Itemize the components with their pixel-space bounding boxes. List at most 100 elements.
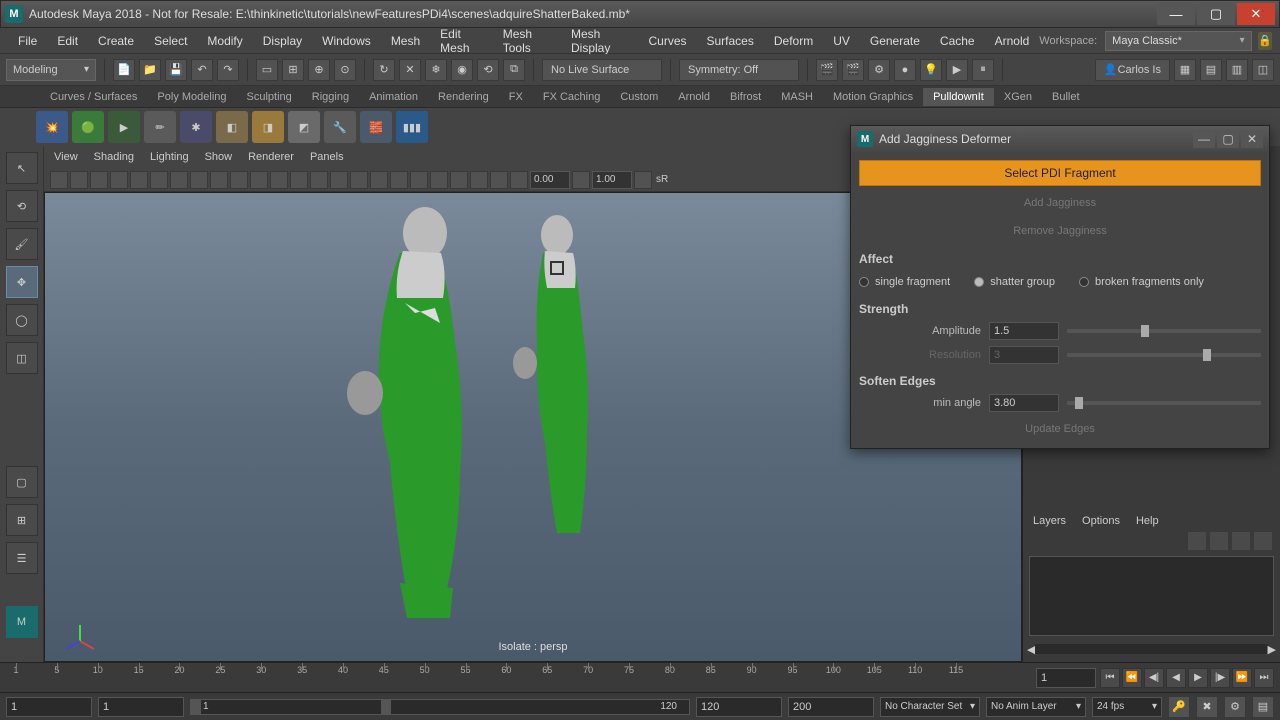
time-ruler[interactable]: 1510152025303540455055606570758085909510… — [6, 663, 1030, 692]
shelf-shatter-icon[interactable]: 💥 — [36, 111, 68, 143]
vp-wireframe-icon[interactable] — [290, 171, 308, 189]
panel-layout-4-icon[interactable]: ◫ — [1252, 59, 1274, 81]
shelf-fracture-icon[interactable]: 🟢 — [72, 111, 104, 143]
vp-res-gate-icon[interactable] — [190, 171, 208, 189]
scroll-right-icon[interactable]: ▶ — [1268, 643, 1276, 656]
shelf-tab-bifrost[interactable]: Bifrost — [720, 88, 771, 106]
vp-xray-icon[interactable] — [470, 171, 488, 189]
reset-icon[interactable]: ⟲ — [477, 59, 499, 81]
shelf-tab-arnold[interactable]: Arnold — [668, 88, 720, 106]
vp-menu-renderer[interactable]: Renderer — [248, 151, 294, 163]
vp-isolate-icon[interactable] — [450, 171, 468, 189]
shelf-cube3-icon[interactable]: ◩ — [288, 111, 320, 143]
menu-cache[interactable]: Cache — [930, 30, 985, 52]
window-minimize-button[interactable]: — — [1157, 3, 1195, 25]
step-back-key-button[interactable]: ⏪ — [1122, 668, 1142, 688]
vp-xray-joints-icon[interactable] — [490, 171, 508, 189]
duplicate-icon[interactable]: ⧉ — [503, 59, 525, 81]
vp-textured-icon[interactable] — [330, 171, 348, 189]
menu-deform[interactable]: Deform — [764, 30, 823, 52]
minangle-slider[interactable] — [1067, 401, 1261, 405]
mode-dropdown[interactable]: Modeling — [6, 59, 96, 81]
vp-camera-icon[interactable] — [50, 171, 68, 189]
range-slider[interactable]: 1 120 — [190, 699, 690, 715]
vp-grease-icon[interactable] — [130, 171, 148, 189]
save-scene-icon[interactable]: 💾 — [165, 59, 187, 81]
scale-tool-icon[interactable]: ◫ — [6, 342, 38, 374]
vp-expose-icon[interactable] — [510, 171, 528, 189]
shelf-tab-xgen[interactable]: XGen — [994, 88, 1042, 106]
symmetry-dropdown[interactable]: Symmetry: Off — [679, 59, 799, 81]
shelf-tab-mash[interactable]: MASH — [771, 88, 823, 106]
select-fragment-button[interactable]: Select PDI Fragment — [859, 160, 1261, 186]
vp-safe-action-icon[interactable] — [250, 171, 268, 189]
dialog-close-button[interactable]: ✕ — [1241, 130, 1263, 148]
range-handle-start[interactable] — [191, 700, 201, 714]
dialog-titlebar[interactable]: M Add Jagginess Deformer — ▢ ✕ — [851, 126, 1269, 152]
rotate-tool-icon[interactable]: ◯ — [6, 304, 38, 336]
radio-shatter-group[interactable]: shatter group — [974, 276, 1055, 288]
menu-arnold[interactable]: Arnold — [985, 30, 1040, 52]
layer-move-down-icon[interactable] — [1210, 532, 1228, 550]
vp-safe-title-icon[interactable] — [270, 171, 288, 189]
snap-point-icon[interactable]: ⊙ — [334, 59, 356, 81]
vp-grid-icon[interactable] — [150, 171, 168, 189]
vp-exposure-value[interactable]: 0.00 — [530, 171, 570, 189]
menu-modify[interactable]: Modify — [197, 30, 252, 52]
shelf-tab-fx[interactable]: FX — [499, 88, 533, 106]
layers-menu-options[interactable]: Options — [1082, 515, 1120, 527]
scroll-left-icon[interactable]: ◀ — [1027, 643, 1035, 656]
menu-surfaces[interactable]: Surfaces — [697, 30, 764, 52]
layer-move-up-icon[interactable] — [1188, 532, 1206, 550]
vp-menu-show[interactable]: Show — [205, 151, 233, 163]
range-handle-end[interactable] — [381, 700, 391, 714]
select-mode-icon[interactable]: ▭ — [256, 59, 278, 81]
vp-bookmark-icon[interactable] — [70, 171, 88, 189]
freeze-icon[interactable]: ❄ — [425, 59, 447, 81]
vp-menu-panels[interactable]: Panels — [310, 151, 344, 163]
vp-field-icon[interactable] — [230, 171, 248, 189]
paint-tool-icon[interactable]: 🖌 — [6, 228, 38, 260]
range-start-inner[interactable]: 1 — [98, 697, 184, 717]
light-editor-icon[interactable]: 💡 — [920, 59, 942, 81]
vp-motion-blur-icon[interactable] — [410, 171, 428, 189]
menu-windows[interactable]: Windows — [312, 30, 381, 52]
shelf-tab-poly[interactable]: Poly Modeling — [147, 88, 236, 106]
lock-icon[interactable]: 🔒 — [1258, 32, 1272, 50]
fps-dropdown[interactable]: 24 fps — [1092, 697, 1162, 717]
layers-menu-help[interactable]: Help — [1136, 515, 1159, 527]
shelf-tab-rendering[interactable]: Rendering — [428, 88, 499, 106]
vp-smooth-icon[interactable] — [310, 171, 328, 189]
shelf-wall-icon[interactable]: 🧱 — [360, 111, 392, 143]
layer-new-selected-icon[interactable] — [1254, 532, 1272, 550]
step-forward-key-button[interactable]: ⏩ — [1232, 668, 1252, 688]
snap-curve-icon[interactable]: ⊕ — [308, 59, 330, 81]
history-icon[interactable]: ↻ — [373, 59, 395, 81]
window-close-button[interactable]: ✕ — [1237, 3, 1275, 25]
dialog-minimize-button[interactable]: — — [1193, 130, 1215, 148]
go-start-button[interactable]: ⏮ — [1100, 668, 1120, 688]
shelf-tab-custom[interactable]: Custom — [610, 88, 668, 106]
vp-menu-lighting[interactable]: Lighting — [150, 151, 189, 163]
vp-image-plane-icon[interactable] — [90, 171, 108, 189]
character-set-dropdown[interactable]: No Character Set — [880, 697, 980, 717]
menu-display[interactable]: Display — [253, 30, 312, 52]
lasso-tool-icon[interactable]: ⟲ — [6, 190, 38, 222]
shelf-wrench-icon[interactable]: 🔧 — [324, 111, 356, 143]
vp-shadows-icon[interactable] — [370, 171, 388, 189]
render-settings-icon[interactable]: ⚙ — [868, 59, 890, 81]
shelf-tab-curves[interactable]: Curves / Surfaces — [40, 88, 147, 106]
menu-file[interactable]: File — [8, 30, 47, 52]
shelf-tab-rigging[interactable]: Rigging — [302, 88, 359, 106]
go-end-button[interactable]: ⏭ — [1254, 668, 1274, 688]
shelf-play-icon[interactable]: ▶ — [108, 111, 140, 143]
play-forward-button[interactable]: ▶ — [1188, 668, 1208, 688]
vp-ao-icon[interactable] — [390, 171, 408, 189]
step-forward-button[interactable]: |▶ — [1210, 668, 1230, 688]
menu-uv[interactable]: UV — [823, 30, 860, 52]
menu-mesh[interactable]: Mesh — [381, 30, 430, 52]
shelf-bars-icon[interactable]: ▮▮▮ — [396, 111, 428, 143]
script-editor-icon[interactable]: ▤ — [1252, 696, 1274, 718]
open-scene-icon[interactable]: 📁 — [139, 59, 161, 81]
vp-2d-pan-icon[interactable] — [110, 171, 128, 189]
